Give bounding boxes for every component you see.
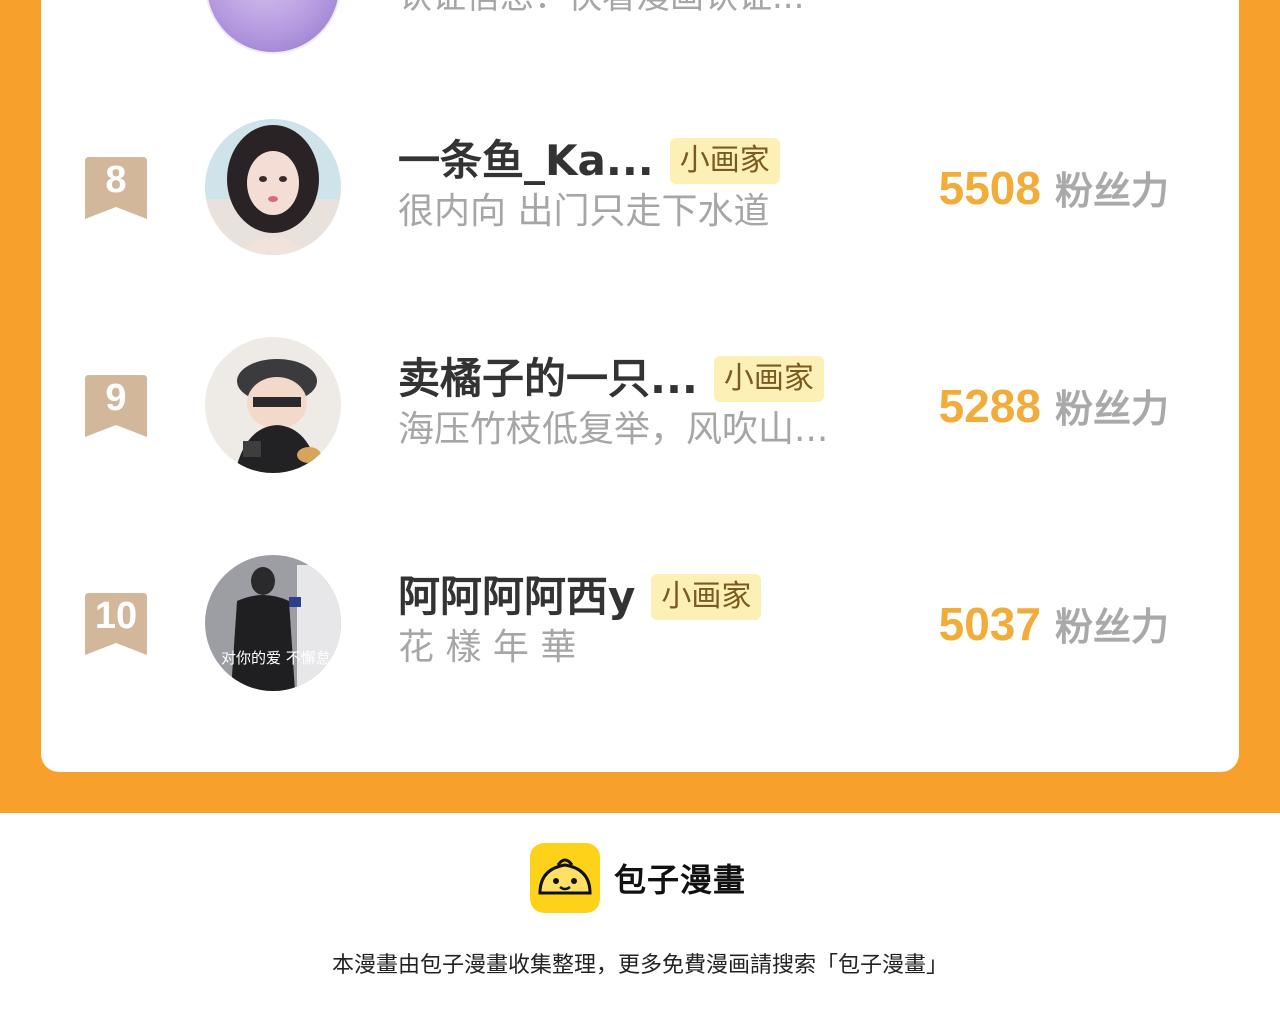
artist-badge: 小画家 bbox=[651, 574, 762, 620]
rank-ribbon-icon: 10 bbox=[85, 593, 147, 655]
rank-ribbon-icon: 9 bbox=[85, 375, 147, 437]
brand-name: 包子漫畫 bbox=[614, 861, 747, 899]
ranking-row[interactable]: 8 一条鱼_Ka... 小画家 很内向 出门只走下水道 5508 粉丝力 bbox=[41, 100, 1239, 260]
user-description: 海压竹枝低复举，风吹山... bbox=[398, 409, 829, 450]
rank-number: 9 bbox=[105, 377, 127, 419]
fans-value: 5508 bbox=[938, 162, 1041, 214]
user-description: 很内向 出门只走下水道 bbox=[398, 191, 770, 232]
user-description: 认证信息：快看漫画认证... bbox=[398, 0, 804, 14]
ranking-row[interactable]: 10 对你的爱 不懈怠 阿阿阿阿西y 小画家 花 樣 年 華 5037 粉丝力 bbox=[41, 536, 1239, 696]
rank-number: 10 bbox=[94, 595, 138, 637]
avatar[interactable] bbox=[205, 119, 341, 255]
fans-label: 粉丝力 bbox=[1054, 387, 1169, 431]
fans-value: 5037 bbox=[938, 598, 1041, 650]
avatar[interactable] bbox=[205, 337, 341, 473]
ranking-row[interactable]: 9 卖橘子的一只... 小画家 海压竹枝低复举，风吹山... 5288 粉丝力 bbox=[41, 318, 1239, 478]
ranking-card: 认证信息：快看漫画认证... 8 一条鱼_Ka... 小画家 bbox=[41, 0, 1239, 772]
rank-ribbon-icon: 8 bbox=[85, 157, 147, 219]
footer: 包子漫畫 本漫畫由包子漫畫收集整理，更多免費漫画請搜索「包子漫畫」 bbox=[0, 813, 1280, 1014]
fans-value: 5288 bbox=[938, 380, 1041, 432]
ranking-row-previous[interactable]: 认证信息：快看漫画认证... bbox=[41, 0, 1239, 54]
user-description: 花 樣 年 華 bbox=[398, 627, 577, 668]
brand-logo[interactable]: 包子漫畫 bbox=[530, 843, 746, 913]
user-name[interactable]: 一条鱼_Ka... bbox=[398, 136, 654, 186]
fans-power: 5037 粉丝力 bbox=[939, 596, 1169, 651]
fans-label: 粉丝力 bbox=[1054, 169, 1169, 213]
fans-power: 5508 粉丝力 bbox=[939, 160, 1169, 215]
footer-note: 本漫畫由包子漫畫收集整理，更多免費漫画請搜索「包子漫畫」 bbox=[331, 953, 948, 978]
avatar[interactable]: 对你的爱 不懈怠 bbox=[205, 555, 341, 691]
artist-badge: 小画家 bbox=[669, 138, 780, 184]
avatar[interactable] bbox=[205, 0, 341, 54]
user-name[interactable]: 阿阿阿阿西y bbox=[398, 572, 635, 622]
artist-badge: 小画家 bbox=[713, 356, 824, 402]
bun-logo-icon bbox=[530, 843, 600, 913]
fans-power: 5288 粉丝力 bbox=[939, 378, 1169, 433]
fans-label: 粉丝力 bbox=[1054, 605, 1169, 649]
rank-number: 8 bbox=[105, 159, 127, 201]
avatar-caption: 对你的爱 不懈怠 bbox=[221, 649, 331, 667]
user-name[interactable]: 卖橘子的一只... bbox=[398, 354, 698, 404]
